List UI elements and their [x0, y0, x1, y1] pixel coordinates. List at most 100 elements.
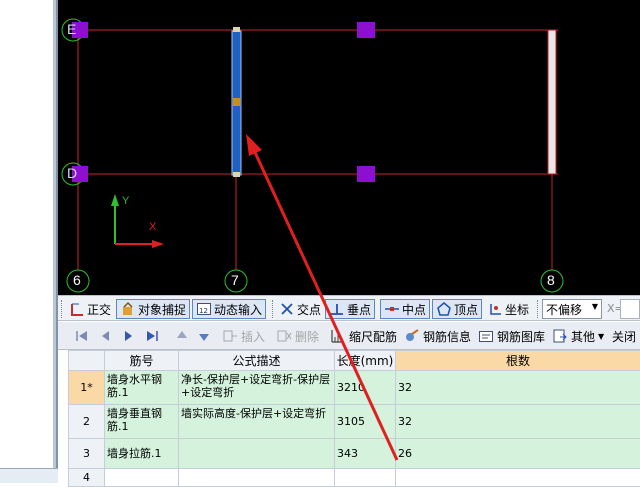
cell-length[interactable]: 3105 — [335, 405, 396, 439]
vertex-label: 顶点 — [454, 301, 478, 318]
axis-label-8: 8 — [547, 272, 555, 288]
ucs-y-arrow — [111, 194, 119, 206]
left-panel — [0, 0, 58, 483]
vertex-snap[interactable]: 顶点 — [432, 299, 482, 319]
rebar-table: 筋号 公式描述 长度(mm) 根数 1* 墙身水平钢筋.1 净长-保护层+设定弯… — [68, 350, 640, 487]
rebar-info-label: 钢筋信息 — [423, 328, 471, 345]
cad-canvas[interactable]: E D 6 7 8 Y X — [58, 0, 640, 295]
toolbar-grip[interactable] — [61, 300, 63, 318]
insert-label: 插入 — [241, 328, 265, 345]
header-index[interactable] — [69, 351, 105, 371]
midpoint-snap[interactable]: 中点 — [380, 299, 430, 319]
chevron-down-icon: ▼ — [598, 332, 604, 341]
cell-count[interactable]: 32 — [396, 371, 640, 405]
move-down-icon[interactable] — [196, 328, 212, 344]
axis-label-7: 7 — [231, 272, 239, 288]
rebar-library-icon — [478, 328, 494, 344]
marker-e-mid[interactable] — [357, 22, 375, 38]
other-menu-button[interactable]: 其他 ▼ — [552, 326, 604, 346]
chevron-down-icon: ▼ — [592, 302, 598, 311]
insert-button[interactable]: 插入 — [222, 326, 265, 346]
coordinate-icon — [487, 301, 503, 317]
cell-count[interactable]: 32 — [396, 405, 640, 439]
cell-formula[interactable] — [179, 469, 335, 487]
header-rebar-no[interactable]: 筋号 — [105, 351, 179, 371]
panel-bottom — [0, 468, 58, 483]
marker-d-mid[interactable] — [357, 166, 375, 182]
wall-grip-mid[interactable] — [233, 98, 240, 106]
cell-length[interactable]: 343 — [335, 439, 396, 469]
vertex-icon — [436, 301, 452, 317]
midpoint-icon — [384, 301, 400, 317]
rebar-grid: 筋号 公式描述 长度(mm) 根数 1* 墙身水平钢筋.1 净长-保护层+设定弯… — [68, 350, 640, 483]
separator — [272, 300, 274, 318]
scale-rebar-icon — [330, 328, 346, 344]
intersection-label: 交点 — [297, 301, 321, 318]
delete-label: 删除 — [295, 328, 319, 345]
delete-button[interactable]: 删除 — [276, 326, 319, 346]
cell-length[interactable] — [335, 469, 396, 487]
dynamic-input-toggle[interactable]: 12 动态输入 — [192, 299, 266, 319]
row-index[interactable]: 1* — [69, 371, 105, 405]
separator — [537, 300, 539, 318]
first-record-icon[interactable] — [74, 328, 90, 344]
ortho-icon — [69, 301, 85, 317]
snap-toolbar: 正交 对象捕捉 12 动态输入 交点 垂点 中点 顶点 坐标 不偏移 ▼ X= — [58, 295, 640, 321]
object-snap-label: 对象捕捉 — [138, 301, 186, 318]
next-record-icon[interactable] — [120, 328, 136, 344]
ucs-x-label: X — [149, 221, 156, 233]
row-index[interactable]: 3 — [69, 439, 105, 469]
dynamic-input-icon: 12 — [196, 301, 212, 317]
header-count[interactable]: 根数 — [396, 351, 640, 371]
delete-icon — [276, 328, 292, 344]
table-row[interactable]: 1* 墙身水平钢筋.1 净长-保护层+设定弯折-保护层+设定弯折 3210 32 — [69, 371, 640, 405]
header-length[interactable]: 长度(mm) — [335, 351, 396, 371]
cell-length[interactable]: 3210 — [335, 371, 396, 405]
insert-icon — [222, 328, 238, 344]
table-header-row: 筋号 公式描述 长度(mm) 根数 — [69, 351, 640, 371]
wall-grip-top[interactable] — [233, 27, 240, 32]
move-up-icon[interactable] — [174, 328, 190, 344]
scale-rebar-label: 缩尺配筋 — [349, 328, 397, 345]
x-coord-input[interactable] — [620, 299, 640, 319]
close-panel-button[interactable]: 关闭 — [612, 326, 636, 346]
row-index[interactable]: 4 — [69, 469, 105, 487]
intersection-icon — [279, 301, 295, 317]
header-formula[interactable]: 公式描述 — [179, 351, 335, 371]
table-row[interactable]: 2 墙身垂直钢筋.1 墙实际高度-保护层+设定弯折 3105 32 — [69, 405, 640, 439]
cell-formula[interactable]: 净长-保护层+设定弯折-保护层+设定弯折 — [179, 371, 335, 405]
intersection-snap[interactable]: 交点 — [276, 299, 324, 319]
cell-rebar-name[interactable]: 墙身拉筋.1 — [105, 439, 179, 469]
object-snap-toggle[interactable]: 对象捕捉 — [116, 299, 190, 319]
svg-text:12: 12 — [199, 307, 208, 315]
cell-formula[interactable] — [179, 439, 335, 469]
perpendicular-label: 垂点 — [347, 301, 371, 318]
last-record-icon[interactable] — [144, 328, 160, 344]
cad-drawing — [58, 0, 640, 295]
cell-formula[interactable]: 墙实际高度-保护层+设定弯折 — [179, 405, 335, 439]
scale-rebar-button[interactable]: 缩尺配筋 — [330, 326, 397, 346]
ortho-toggle[interactable]: 正交 — [66, 299, 114, 319]
close-panel-label: 关闭 — [612, 328, 636, 345]
cell-rebar-name[interactable] — [105, 469, 179, 487]
cell-count[interactable]: 26 — [396, 439, 640, 469]
perpendicular-snap[interactable]: 垂点 — [325, 299, 375, 319]
rebar-info-button[interactable]: 钢筋信息 — [404, 326, 471, 346]
ortho-label: 正交 — [87, 301, 111, 318]
coordinate-snap[interactable]: 坐标 — [484, 299, 532, 319]
cell-rebar-name[interactable]: 墙身水平钢筋.1 — [105, 371, 179, 405]
prev-record-icon[interactable] — [98, 328, 114, 344]
table-row[interactable]: 4 — [69, 469, 640, 487]
axis-label-e: E — [67, 21, 76, 37]
cell-count[interactable] — [396, 469, 640, 487]
offset-select[interactable]: 不偏移 ▼ — [542, 299, 602, 319]
row-index[interactable]: 2 — [69, 405, 105, 439]
wall-grip-bottom[interactable] — [233, 172, 240, 177]
cell-rebar-name[interactable]: 墙身垂直钢筋.1 — [105, 405, 179, 439]
wall-right[interactable] — [548, 30, 556, 174]
rebar-library-button[interactable]: 钢筋图库 — [478, 326, 545, 346]
axis-label-6: 6 — [73, 272, 81, 288]
other-menu-icon — [552, 328, 568, 344]
other-menu-label: 其他 — [571, 328, 595, 345]
table-row[interactable]: 3 墙身拉筋.1 343 26 — [69, 439, 640, 469]
